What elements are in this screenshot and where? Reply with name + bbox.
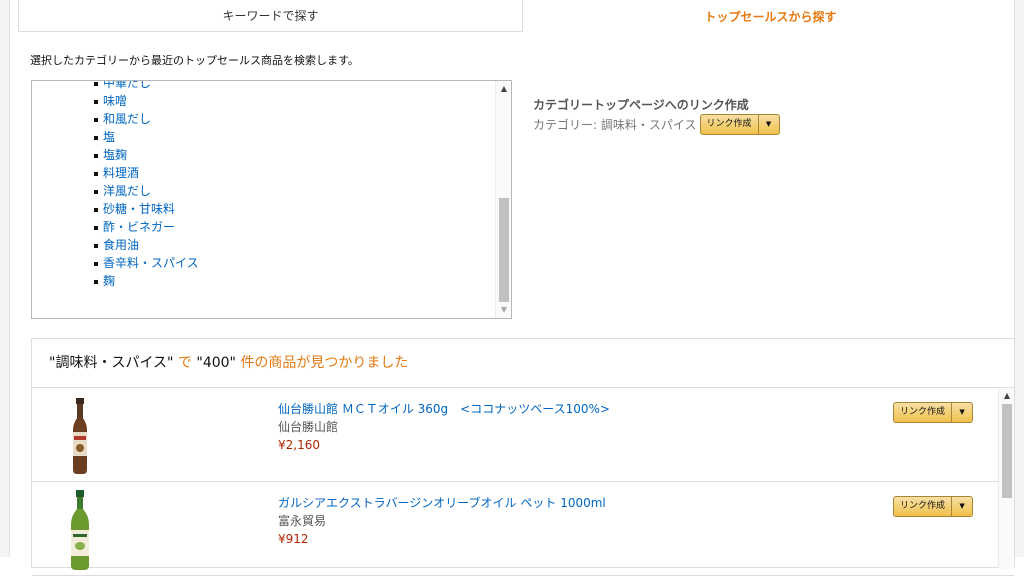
scroll-up-arrow-icon[interactable]: ▲ <box>496 81 511 97</box>
results-count: "400" <box>196 355 236 371</box>
category-item: 麹 <box>32 272 199 290</box>
category-link[interactable]: 味噌 <box>103 94 127 108</box>
category-link[interactable]: 洋風だし <box>103 184 151 198</box>
category-link-panel: カテゴリートップページへのリンク作成 カテゴリー: 調味料・スパイス リンク作成… <box>533 96 780 135</box>
category-list-box: 中華だし 味噌 和風だし 塩 塩麹 料理酒 洋風だし 砂糖・甘味料 酢・ビネガー… <box>31 80 512 319</box>
product-price: ¥912 <box>278 532 309 546</box>
product-title[interactable]: 仙台勝山館 ＭＣＴオイル 360g <ココナッツベース100%> <box>278 400 610 418</box>
results-header: "調味料・スパイス" で "400" 件の商品が見つかりました <box>32 339 1014 388</box>
category-item: 中華だし <box>32 81 199 92</box>
category-link[interactable]: 和風だし <box>103 112 151 126</box>
category-item: 洋風だし <box>32 182 199 200</box>
category-link[interactable]: 香辛料・スパイス <box>103 256 199 270</box>
category-list: 中華だし 味噌 和風だし 塩 塩麹 料理酒 洋風だし 砂糖・甘味料 酢・ビネガー… <box>32 81 199 290</box>
category-link[interactable]: 中華だし <box>103 81 151 90</box>
caret-down-icon[interactable]: ▼ <box>759 115 779 134</box>
product-create-link-button[interactable]: リンク作成 ▼ <box>893 402 974 423</box>
category-create-link-button[interactable]: リンク作成 ▼ <box>699 113 780 135</box>
caret-down-icon[interactable]: ▼ <box>952 403 972 422</box>
product-maker: 富永貿易 <box>278 514 327 528</box>
category-link-row: カテゴリー: 調味料・スパイス リンク作成 ▼ <box>533 113 780 135</box>
product-maker: 仙台勝山館 <box>278 420 339 434</box>
results-de: で <box>177 355 192 371</box>
search-mode-tabs: キーワードで探す トップセールスから探す <box>18 0 1018 32</box>
category-link[interactable]: 砂糖・甘味料 <box>103 202 175 216</box>
selected-category-label: カテゴリー: 調味料・スパイス <box>533 117 697 132</box>
category-link-title: カテゴリートップページへのリンク作成 <box>533 98 749 112</box>
category-link[interactable]: 塩 <box>103 130 115 144</box>
caret-down-icon[interactable]: ▼ <box>952 497 972 516</box>
product-info: ガルシアエクストラバージンオリーブオイル ペット 1000ml 富永貿易 ¥91… <box>278 494 606 548</box>
category-item: 和風だし <box>32 110 199 128</box>
results-scrollbar[interactable]: ▲ <box>998 388 1014 569</box>
search-results-panel: "調味料・スパイス" で "400" 件の商品が見つかりました 仙台勝山館 ＭＣ… <box>31 338 1015 576</box>
category-item: 塩 <box>32 128 199 146</box>
results-found-text: 件の商品が見つかりました <box>240 355 409 371</box>
product-image-olive-oil[interactable] <box>60 490 100 570</box>
category-item: 砂糖・甘味料 <box>32 200 199 218</box>
category-link[interactable]: 料理酒 <box>103 166 139 180</box>
category-item: 料理酒 <box>32 164 199 182</box>
category-link[interactable]: 酢・ビネガー <box>103 220 175 234</box>
product-image-mct-oil[interactable] <box>60 396 100 476</box>
create-link-button-label[interactable]: リンク作成 <box>701 114 759 134</box>
category-item: 塩麹 <box>32 146 199 164</box>
category-link[interactable]: 塩麹 <box>103 148 127 162</box>
results-query: "調味料・スパイス" <box>49 355 174 371</box>
category-link[interactable]: 食用油 <box>103 238 139 252</box>
scrollbar-thumb[interactable] <box>1002 404 1012 498</box>
category-item: 食用油 <box>32 236 199 254</box>
scroll-down-arrow-icon[interactable]: ▼ <box>496 302 511 318</box>
scrollbar-thumb[interactable] <box>499 198 509 302</box>
product-title[interactable]: ガルシアエクストラバージンオリーブオイル ペット 1000ml <box>278 494 606 512</box>
category-item: 香辛料・スパイス <box>32 254 199 272</box>
product-price: ¥2,160 <box>278 438 320 452</box>
category-list-scrollbar[interactable]: ▲ ▼ <box>495 81 511 318</box>
category-item: 酢・ビネガー <box>32 218 199 236</box>
top-sales-description: 選択したカテゴリーから最近のトップセールス商品を検索します。 <box>30 54 359 67</box>
create-link-button-label[interactable]: リンク作成 <box>894 497 953 516</box>
tab-top-sales[interactable]: トップセールスから探す <box>523 0 1018 32</box>
right-margin <box>1014 0 1024 557</box>
tab-keyword-search[interactable]: キーワードで探す <box>18 0 523 32</box>
product-row: ガルシアエクストラバージンオリーブオイル ペット 1000ml 富永貿易 ¥91… <box>32 482 1014 576</box>
scroll-up-arrow-icon[interactable]: ▲ <box>999 388 1015 404</box>
category-link[interactable]: 麹 <box>103 274 115 288</box>
product-info: 仙台勝山館 ＭＣＴオイル 360g <ココナッツベース100%> 仙台勝山館 ¥… <box>278 400 610 454</box>
left-margin <box>0 0 10 557</box>
create-link-button-label[interactable]: リンク作成 <box>894 403 953 422</box>
category-item: 味噌 <box>32 92 199 110</box>
product-create-link-button[interactable]: リンク作成 ▼ <box>893 496 974 517</box>
product-row: 仙台勝山館 ＭＣＴオイル 360g <ココナッツベース100%> 仙台勝山館 ¥… <box>32 388 1014 482</box>
